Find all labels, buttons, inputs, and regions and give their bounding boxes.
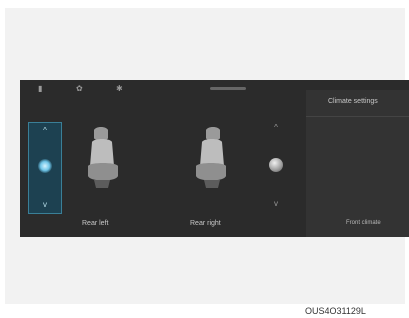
decrease-button[interactable]: v — [265, 200, 287, 208]
settings-icon[interactable]: ✿ — [76, 85, 83, 93]
rear-left-seat-icon[interactable] — [80, 126, 122, 190]
top-bar: ▮ ✿ ✱ — [20, 80, 306, 98]
front-climate-button[interactable]: Front climate — [346, 220, 381, 226]
figure-code: OUS4O31129L — [305, 306, 366, 316]
side-panel: Climate settings Front climate — [306, 90, 409, 237]
status-indicator — [210, 87, 246, 90]
fan-icon[interactable]: ✱ — [116, 85, 123, 93]
decrease-button[interactable]: v — [29, 201, 61, 209]
level-indicator — [38, 159, 52, 173]
climate-settings-button[interactable]: Climate settings — [328, 98, 378, 105]
level-indicator — [269, 158, 283, 172]
rear-right-control[interactable]: ^ v — [265, 122, 287, 212]
rear-right-label: Rear right — [190, 220, 221, 227]
rear-left-control[interactable]: ^ v — [28, 122, 62, 214]
climate-screen: ▮ ✿ ✱ ^ v Rear left Rear right ^ v Clima… — [20, 80, 409, 237]
seat-heat-icon[interactable]: ▮ — [38, 85, 42, 93]
rear-right-seat-icon[interactable] — [192, 126, 234, 190]
divider — [306, 116, 409, 117]
increase-button[interactable]: ^ — [265, 124, 287, 132]
increase-button[interactable]: ^ — [29, 127, 61, 135]
rear-left-label: Rear left — [82, 220, 109, 227]
